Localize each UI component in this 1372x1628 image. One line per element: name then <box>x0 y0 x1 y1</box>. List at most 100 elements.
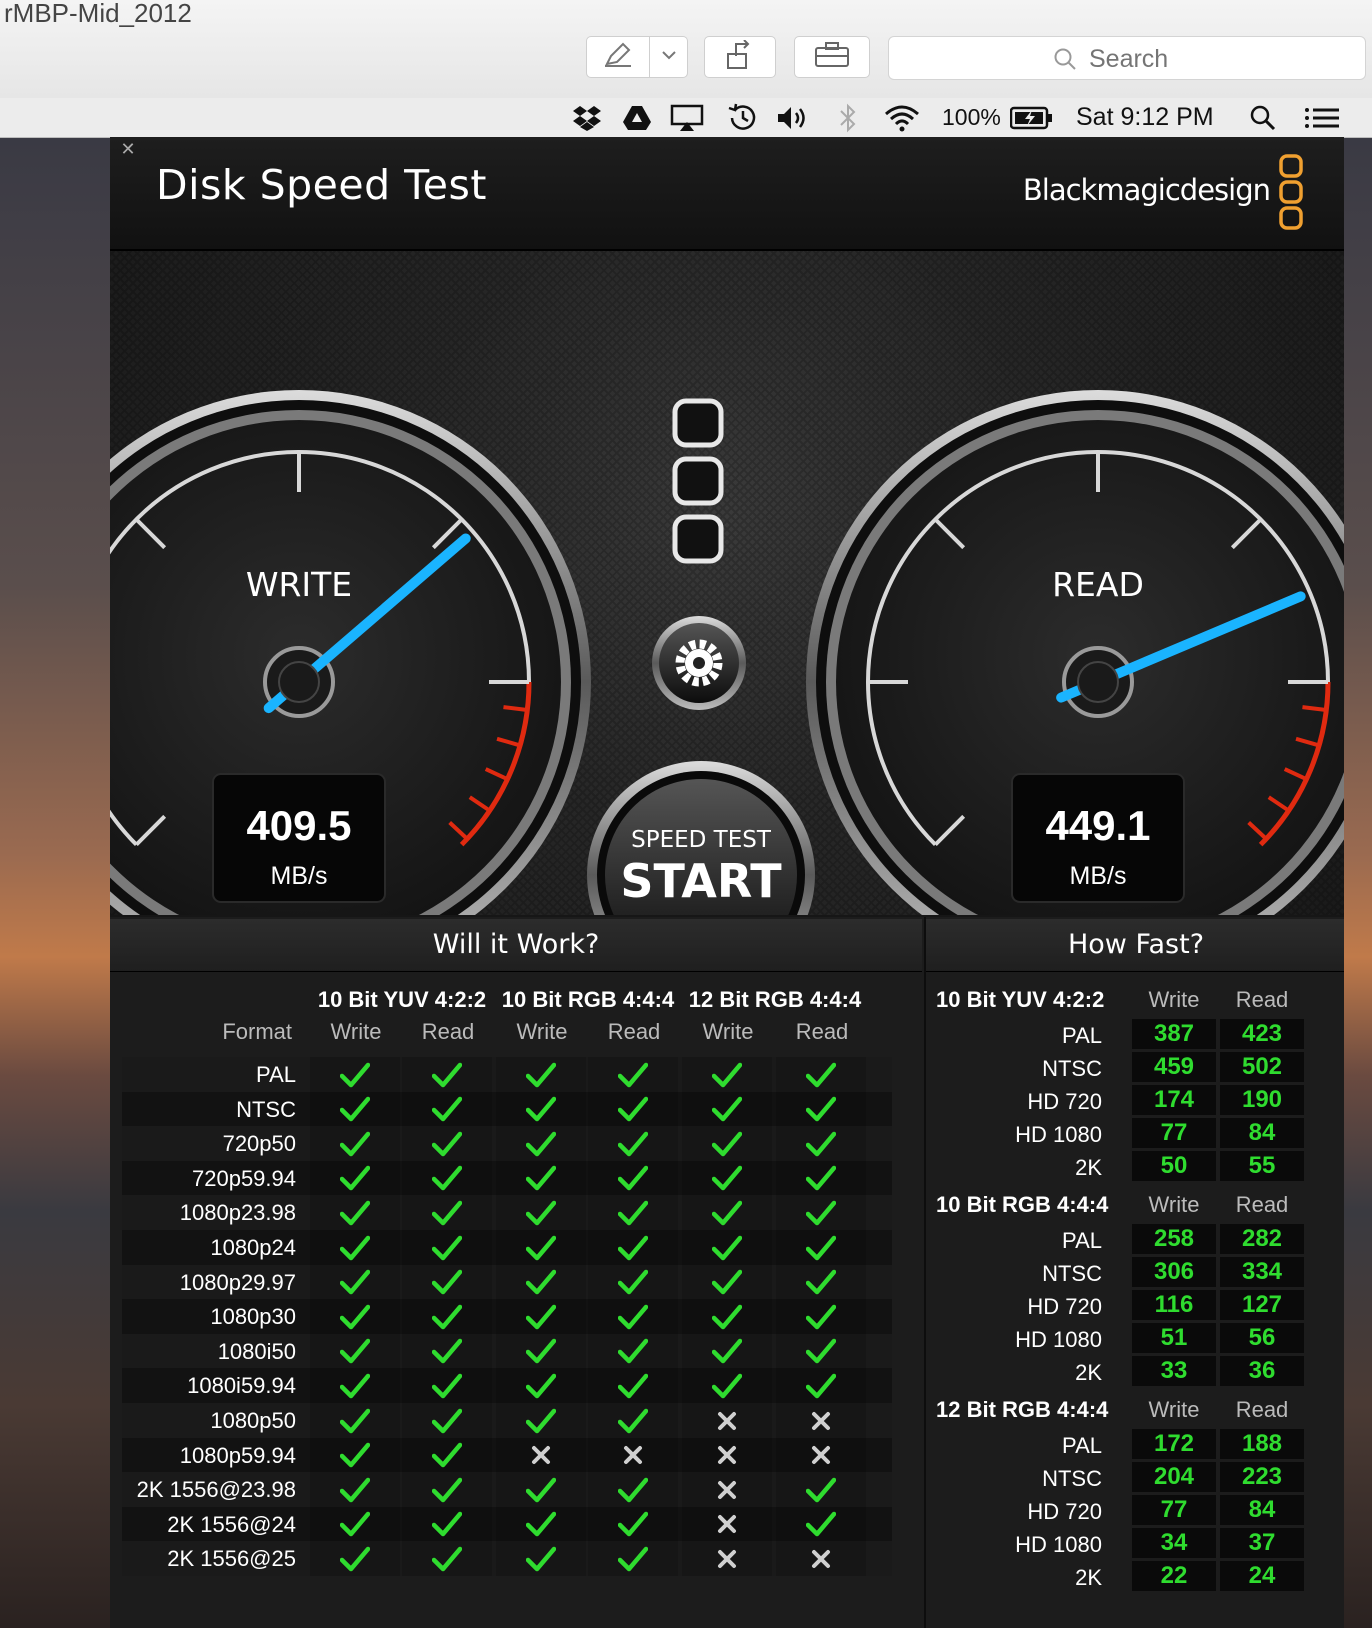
rotate-button[interactable] <box>704 36 776 78</box>
battery-percentage: 100% <box>942 104 1001 130</box>
check-icon <box>310 1437 400 1473</box>
check-icon <box>310 1299 400 1335</box>
search-input[interactable] <box>1087 43 1351 75</box>
search-field[interactable] <box>888 36 1366 80</box>
table-row: 1080p29.97 <box>122 1264 892 1300</box>
cross-icon <box>682 1541 772 1577</box>
annotate-button[interactable] <box>586 36 650 78</box>
menu-bar: 100% Sat 9:12 PM <box>0 98 1372 138</box>
check-icon <box>588 1506 678 1542</box>
check-icon <box>310 1541 400 1577</box>
table-row: 1080i59.94 <box>122 1368 892 1404</box>
how-fast-write-value: 204 <box>1132 1462 1216 1492</box>
check-icon <box>682 1299 772 1335</box>
check-icon <box>402 1541 492 1577</box>
battery-icon[interactable] <box>1010 98 1054 137</box>
spotlight-icon[interactable] <box>1250 98 1276 137</box>
how-fast-write-value: 34 <box>1132 1528 1216 1558</box>
close-icon[interactable]: ✕ <box>118 139 138 159</box>
check-icon <box>402 1299 492 1335</box>
check-icon <box>682 1368 772 1404</box>
how-fast-write-value: 116 <box>1132 1290 1216 1320</box>
start-button-label: START <box>620 854 782 908</box>
how-fast-table: How Fast? 10 Bit YUV 4:2:2 Write Read PAL 38… <box>924 917 1344 1628</box>
read-speed-value: 449.1 <box>1045 802 1150 849</box>
format-label: PAL <box>256 1062 296 1087</box>
how-fast-write-value: 33 <box>1132 1356 1216 1386</box>
gear-icon <box>675 639 723 687</box>
table-row: 2K 1556@23.98 <box>122 1472 892 1508</box>
share-icon <box>724 38 756 75</box>
table-row: 1080p59.94 <box>122 1437 892 1473</box>
check-icon <box>496 1126 586 1162</box>
check-icon <box>776 1195 866 1231</box>
bluetooth-icon[interactable] <box>838 98 858 137</box>
table-row: NTSC <box>122 1091 892 1127</box>
how-fast-write-header: Write <box>1148 1192 1200 1217</box>
check-icon <box>496 1299 586 1335</box>
check-icon <box>682 1126 772 1162</box>
check-icon <box>588 1230 678 1265</box>
check-icon <box>588 1057 678 1092</box>
chevron-down-icon <box>661 48 677 66</box>
notification-center-icon[interactable] <box>1304 98 1340 137</box>
annotate-menu-button[interactable] <box>650 36 688 78</box>
check-icon <box>310 1506 400 1542</box>
check-icon <box>402 1333 492 1369</box>
check-icon <box>776 1333 866 1369</box>
table-row: 2K 1556@25 <box>122 1541 892 1577</box>
pencil-icon <box>603 42 633 73</box>
table-row: 720p50 <box>122 1126 892 1162</box>
format-label: NTSC <box>236 1096 296 1122</box>
menubar-clock[interactable]: Sat 9:12 PM <box>1076 98 1214 137</box>
how-fast-write-value: 22 <box>1132 1561 1216 1591</box>
how-fast-format-label: HD 720 <box>1027 1499 1102 1524</box>
cross-icon <box>682 1403 772 1438</box>
format-label: 720p59.94 <box>192 1165 296 1191</box>
check-icon <box>588 1299 678 1335</box>
how-fast-write-value: 459 <box>1132 1052 1216 1082</box>
check-icon <box>402 1403 492 1438</box>
start-button[interactable]: SPEED TEST START <box>587 761 815 915</box>
check-icon <box>402 1126 492 1162</box>
check-icon <box>496 1057 586 1092</box>
how-fast-read-value: 84 <box>1220 1118 1304 1148</box>
how-fast-format-label: HD 1080 <box>1015 1327 1102 1352</box>
how-fast-format-label: HD 720 <box>1027 1089 1102 1114</box>
check-icon <box>588 1091 678 1127</box>
check-icon <box>496 1195 586 1231</box>
how-fast-format-label: NTSC <box>1042 1261 1102 1286</box>
check-icon <box>682 1057 772 1092</box>
check-icon <box>310 1403 400 1438</box>
how-fast-format-label: NTSC <box>1042 1056 1102 1081</box>
check-icon <box>776 1126 866 1162</box>
format-label: 2K 1556@23.98 <box>136 1477 296 1503</box>
how-fast-format-label: PAL <box>1062 1023 1102 1048</box>
google-drive-icon[interactable] <box>622 98 652 137</box>
check-icon <box>496 1160 586 1196</box>
check-icon <box>588 1333 678 1369</box>
check-icon <box>496 1091 586 1127</box>
how-fast-write-value: 77 <box>1132 1118 1216 1148</box>
airplay-icon[interactable] <box>670 98 704 137</box>
how-fast-read-value: 37 <box>1220 1528 1304 1558</box>
how-fast-format-label: 2K <box>1075 1565 1102 1590</box>
how-fast-format-label: 2K <box>1075 1155 1102 1180</box>
settings-button[interactable] <box>652 616 746 710</box>
check-icon <box>310 1472 400 1508</box>
dropbox-icon[interactable] <box>572 98 602 137</box>
check-icon <box>776 1368 866 1404</box>
time-machine-icon[interactable] <box>726 98 758 137</box>
format-label: 1080p59.94 <box>179 1442 296 1468</box>
format-label: 1080i50 <box>217 1338 296 1364</box>
window-toolbar: rMBP-Mid_2012 <box>0 0 1372 99</box>
format-group-header: 12 Bit RGB 4:4:4 <box>688 987 862 1012</box>
check-icon <box>776 1160 866 1196</box>
toolbox-button[interactable] <box>794 36 870 78</box>
wifi-icon[interactable] <box>884 98 920 137</box>
gauge-panel: WRITE 409.5 MB/s READ 449.1 MB/s SPEED T… <box>110 251 1344 915</box>
check-icon <box>402 1195 492 1231</box>
cross-icon <box>588 1437 678 1473</box>
how-fast-read-value: 334 <box>1220 1257 1304 1287</box>
volume-icon[interactable] <box>776 98 810 137</box>
